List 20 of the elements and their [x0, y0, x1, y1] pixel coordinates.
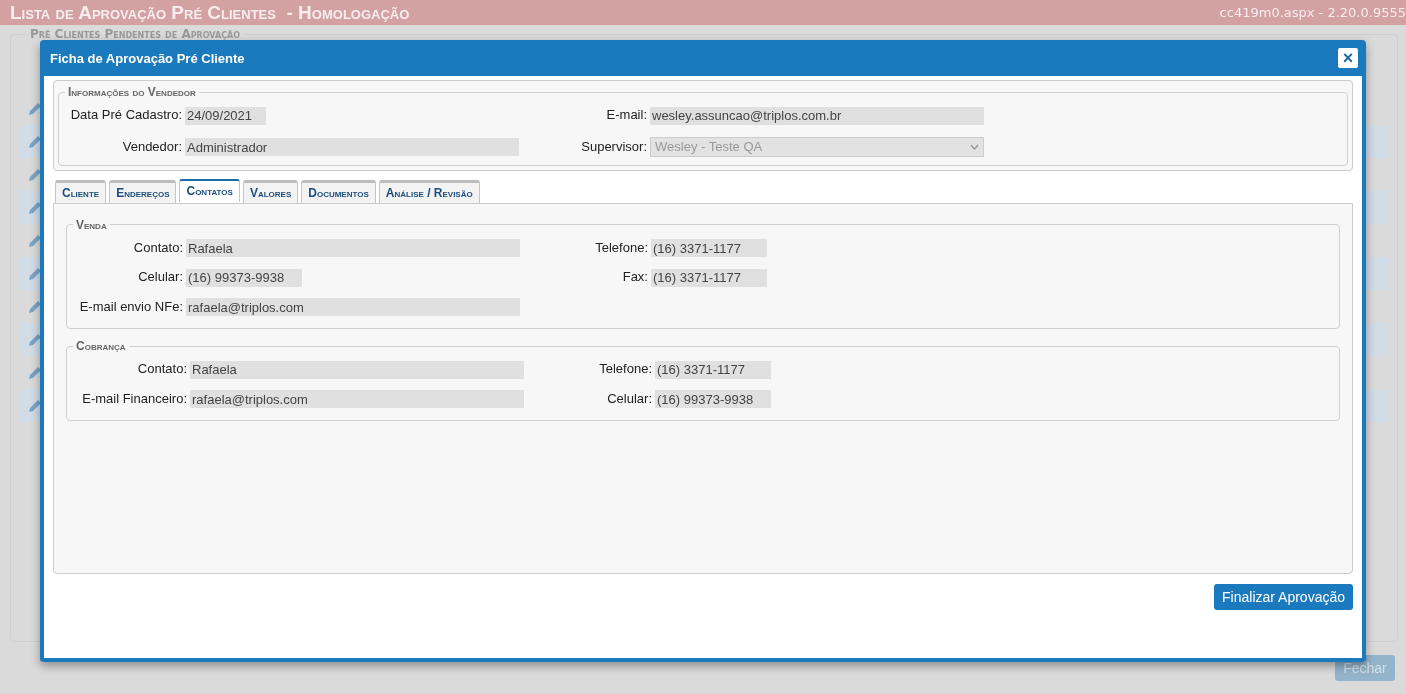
- fieldset-legend: Cobrança: [73, 339, 129, 353]
- field-label: Telefone:: [598, 361, 653, 377]
- dialog-title: Ficha de Aprovação Pré Cliente: [50, 50, 245, 66]
- version-label: cc419m0.aspx - 2.20.0.9555: [1219, 5, 1406, 20]
- fieldset-legend: Venda: [73, 217, 110, 232]
- field-label: Celular:: [137, 269, 184, 285]
- fieldset-legend: Informações do Vendedor: [65, 85, 199, 99]
- field-label: Telefone:: [594, 239, 649, 255]
- field-label: E-mail:: [605, 107, 648, 123]
- field-label: Contato:: [136, 361, 188, 377]
- field-label: Supervisor:: [580, 139, 648, 154]
- page-title: Lista de Aprovação Pré Clientes - Homologação: [10, 1, 410, 24]
- field-label: Celular:: [606, 390, 653, 406]
- field-label: E-mail Financeiro:: [81, 390, 188, 406]
- panel-title: Pré Clientes Pendentes de Aprovação: [29, 28, 241, 40]
- field-label: Vendedor:: [121, 139, 183, 154]
- field-label: Contato:: [132, 239, 184, 255]
- field-label: Fax:: [621, 269, 649, 285]
- field-label: E-mail envio NFe:: [78, 298, 184, 314]
- field-label: Data Pré Cadastro:: [69, 107, 183, 123]
